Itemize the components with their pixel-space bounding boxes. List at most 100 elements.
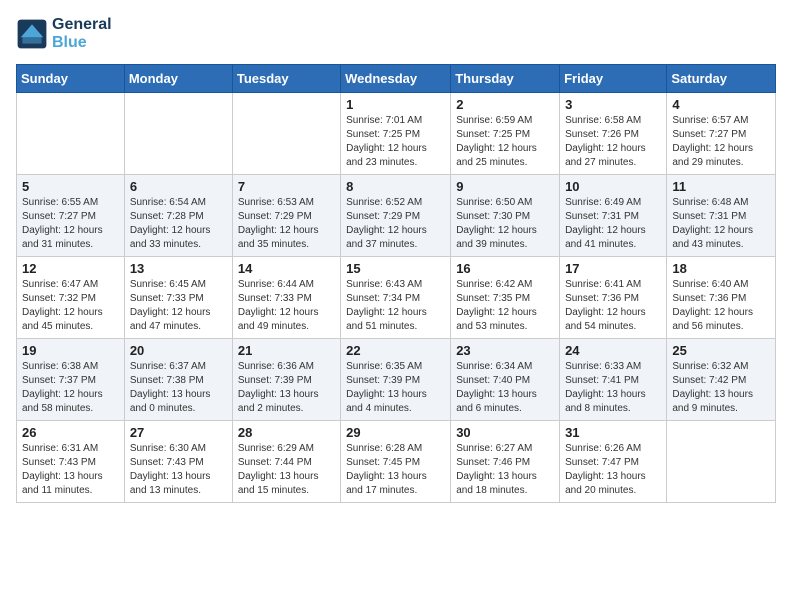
calendar-cell: 10 Sunrise: 6:49 AM Sunset: 7:31 PM Dayli… bbox=[560, 175, 667, 257]
day-number: 4 bbox=[672, 97, 770, 112]
day-number: 26 bbox=[22, 425, 119, 440]
calendar-week-4: 19Sunrise: 6:38 AM Sunset: 7:37 PM Dayli… bbox=[17, 339, 776, 421]
calendar-cell: 24 Sunrise: 6:33 AM Sunset: 7:41 PM Dayli… bbox=[560, 339, 667, 421]
day-info: Sunrise: 7:01 AM Sunset: 7:25 PM Dayligh… bbox=[346, 114, 445, 170]
calendar: SundayMondayTuesdayWednesdayThursdayFrid… bbox=[16, 64, 776, 503]
calendar-cell: 8 Sunrise: 6:52 AM Sunset: 7:29 PM Daylig… bbox=[341, 175, 451, 257]
calendar-cell: 16Sunrise: 6:42 AM Sunset: 7:35 PM Dayli… bbox=[451, 257, 560, 339]
calendar-cell: 25 Sunrise: 6:32 AM Sunset: 7:42 PM Dayli… bbox=[667, 339, 776, 421]
day-info: Sunrise: 6:30 AM Sunset: 7:43 PM Dayligh… bbox=[130, 442, 227, 498]
day-number: 9 bbox=[456, 179, 554, 194]
day-info: Sunrise: 6:50 AM Sunset: 7:30 PM Dayligh… bbox=[456, 196, 554, 252]
day-info: Sunrise: 6:40 AM Sunset: 7:36 PM Dayligh… bbox=[672, 278, 770, 334]
calendar-week-5: 26 Sunrise: 6:31 AM Sunset: 7:43 PM Dayli… bbox=[17, 421, 776, 503]
day-info: Sunrise: 6:31 AM Sunset: 7:43 PM Dayligh… bbox=[22, 442, 119, 498]
logo: General Blue bbox=[16, 16, 112, 52]
day-number: 12 bbox=[22, 261, 119, 276]
calendar-cell: 17 Sunrise: 6:41 AM Sunset: 7:36 PM Dayli… bbox=[560, 257, 667, 339]
day-info: Sunrise: 6:49 AM Sunset: 7:31 PM Dayligh… bbox=[565, 196, 661, 252]
page-header: General Blue bbox=[16, 16, 776, 52]
logo-icon bbox=[16, 18, 48, 50]
day-info: Sunrise: 6:41 AM Sunset: 7:36 PM Dayligh… bbox=[565, 278, 661, 334]
day-number: 25 bbox=[672, 343, 770, 358]
calendar-cell: 27 Sunrise: 6:30 AM Sunset: 7:43 PM Dayli… bbox=[124, 421, 232, 503]
day-number: 21 bbox=[238, 343, 335, 358]
calendar-cell: 28Sunrise: 6:29 AM Sunset: 7:44 PM Dayli… bbox=[232, 421, 340, 503]
day-number: 17 bbox=[565, 261, 661, 276]
calendar-cell: 7 Sunrise: 6:53 AM Sunset: 7:29 PM Daylig… bbox=[232, 175, 340, 257]
weekday-header-tuesday: Tuesday bbox=[232, 65, 340, 93]
day-info: Sunrise: 6:45 AM Sunset: 7:33 PM Dayligh… bbox=[130, 278, 227, 334]
day-number: 30 bbox=[456, 425, 554, 440]
day-info: Sunrise: 6:28 AM Sunset: 7:45 PM Dayligh… bbox=[346, 442, 445, 498]
calendar-header: SundayMondayTuesdayWednesdayThursdayFrid… bbox=[17, 65, 776, 93]
calendar-cell: 13 Sunrise: 6:45 AM Sunset: 7:33 PM Dayli… bbox=[124, 257, 232, 339]
calendar-cell bbox=[124, 93, 232, 175]
day-number: 22 bbox=[346, 343, 445, 358]
day-number: 14 bbox=[238, 261, 335, 276]
day-number: 2 bbox=[456, 97, 554, 112]
day-number: 13 bbox=[130, 261, 227, 276]
day-info: Sunrise: 6:44 AM Sunset: 7:33 PM Dayligh… bbox=[238, 278, 335, 334]
day-number: 1 bbox=[346, 97, 445, 112]
calendar-week-1: 1 Sunrise: 7:01 AM Sunset: 7:25 PM Daylig… bbox=[17, 93, 776, 175]
day-info: Sunrise: 6:27 AM Sunset: 7:46 PM Dayligh… bbox=[456, 442, 554, 498]
calendar-cell: 31 Sunrise: 6:26 AM Sunset: 7:47 PM Dayli… bbox=[560, 421, 667, 503]
calendar-cell: 5 Sunrise: 6:55 AM Sunset: 7:27 PM Daylig… bbox=[17, 175, 125, 257]
weekday-header-wednesday: Wednesday bbox=[341, 65, 451, 93]
calendar-week-3: 12 Sunrise: 6:47 AM Sunset: 7:32 PM Dayli… bbox=[17, 257, 776, 339]
day-number: 29 bbox=[346, 425, 445, 440]
day-info: Sunrise: 6:26 AM Sunset: 7:47 PM Dayligh… bbox=[565, 442, 661, 498]
calendar-cell: 21 Sunrise: 6:36 AM Sunset: 7:39 PM Dayli… bbox=[232, 339, 340, 421]
day-number: 16 bbox=[456, 261, 554, 276]
day-info: Sunrise: 6:32 AM Sunset: 7:42 PM Dayligh… bbox=[672, 360, 770, 416]
calendar-cell bbox=[232, 93, 340, 175]
calendar-cell: 3Sunrise: 6:58 AM Sunset: 7:26 PM Daylig… bbox=[560, 93, 667, 175]
day-number: 8 bbox=[346, 179, 445, 194]
calendar-cell: 22Sunrise: 6:35 AM Sunset: 7:39 PM Dayli… bbox=[341, 339, 451, 421]
day-info: Sunrise: 6:59 AM Sunset: 7:25 PM Dayligh… bbox=[456, 114, 554, 170]
weekday-header-saturday: Saturday bbox=[667, 65, 776, 93]
calendar-cell: 14 Sunrise: 6:44 AM Sunset: 7:33 PM Dayli… bbox=[232, 257, 340, 339]
day-number: 31 bbox=[565, 425, 661, 440]
day-info: Sunrise: 6:55 AM Sunset: 7:27 PM Dayligh… bbox=[22, 196, 119, 252]
calendar-cell: 18 Sunrise: 6:40 AM Sunset: 7:36 PM Dayli… bbox=[667, 257, 776, 339]
day-number: 24 bbox=[565, 343, 661, 358]
day-number: 19 bbox=[22, 343, 119, 358]
day-number: 18 bbox=[672, 261, 770, 276]
weekday-header-sunday: Sunday bbox=[17, 65, 125, 93]
day-number: 7 bbox=[238, 179, 335, 194]
calendar-cell: 11Sunrise: 6:48 AM Sunset: 7:31 PM Dayli… bbox=[667, 175, 776, 257]
day-info: Sunrise: 6:52 AM Sunset: 7:29 PM Dayligh… bbox=[346, 196, 445, 252]
day-info: Sunrise: 6:37 AM Sunset: 7:38 PM Dayligh… bbox=[130, 360, 227, 416]
day-info: Sunrise: 6:47 AM Sunset: 7:32 PM Dayligh… bbox=[22, 278, 119, 334]
calendar-cell: 2 Sunrise: 6:59 AM Sunset: 7:25 PM Daylig… bbox=[451, 93, 560, 175]
day-number: 5 bbox=[22, 179, 119, 194]
day-number: 15 bbox=[346, 261, 445, 276]
calendar-cell: 9 Sunrise: 6:50 AM Sunset: 7:30 PM Daylig… bbox=[451, 175, 560, 257]
day-info: Sunrise: 6:33 AM Sunset: 7:41 PM Dayligh… bbox=[565, 360, 661, 416]
day-number: 27 bbox=[130, 425, 227, 440]
calendar-cell: 4 Sunrise: 6:57 AM Sunset: 7:27 PM Daylig… bbox=[667, 93, 776, 175]
day-info: Sunrise: 6:29 AM Sunset: 7:44 PM Dayligh… bbox=[238, 442, 335, 498]
calendar-cell: 20 Sunrise: 6:37 AM Sunset: 7:38 PM Dayli… bbox=[124, 339, 232, 421]
calendar-cell bbox=[17, 93, 125, 175]
day-number: 10 bbox=[565, 179, 661, 194]
calendar-cell: 15 Sunrise: 6:43 AM Sunset: 7:34 PM Dayli… bbox=[341, 257, 451, 339]
day-number: 20 bbox=[130, 343, 227, 358]
day-info: Sunrise: 6:34 AM Sunset: 7:40 PM Dayligh… bbox=[456, 360, 554, 416]
calendar-cell: 29 Sunrise: 6:28 AM Sunset: 7:45 PM Dayli… bbox=[341, 421, 451, 503]
calendar-cell: 30 Sunrise: 6:27 AM Sunset: 7:46 PM Dayli… bbox=[451, 421, 560, 503]
day-number: 6 bbox=[130, 179, 227, 194]
calendar-cell: 26 Sunrise: 6:31 AM Sunset: 7:43 PM Dayli… bbox=[17, 421, 125, 503]
logo-text: General Blue bbox=[52, 16, 112, 52]
day-info: Sunrise: 6:48 AM Sunset: 7:31 PM Dayligh… bbox=[672, 196, 770, 252]
weekday-header-monday: Monday bbox=[124, 65, 232, 93]
calendar-cell: 19Sunrise: 6:38 AM Sunset: 7:37 PM Dayli… bbox=[17, 339, 125, 421]
day-info: Sunrise: 6:57 AM Sunset: 7:27 PM Dayligh… bbox=[672, 114, 770, 170]
day-info: Sunrise: 6:36 AM Sunset: 7:39 PM Dayligh… bbox=[238, 360, 335, 416]
day-info: Sunrise: 6:43 AM Sunset: 7:34 PM Dayligh… bbox=[346, 278, 445, 334]
day-info: Sunrise: 6:53 AM Sunset: 7:29 PM Dayligh… bbox=[238, 196, 335, 252]
calendar-cell: 23Sunrise: 6:34 AM Sunset: 7:40 PM Dayli… bbox=[451, 339, 560, 421]
day-info: Sunrise: 6:54 AM Sunset: 7:28 PM Dayligh… bbox=[130, 196, 227, 252]
